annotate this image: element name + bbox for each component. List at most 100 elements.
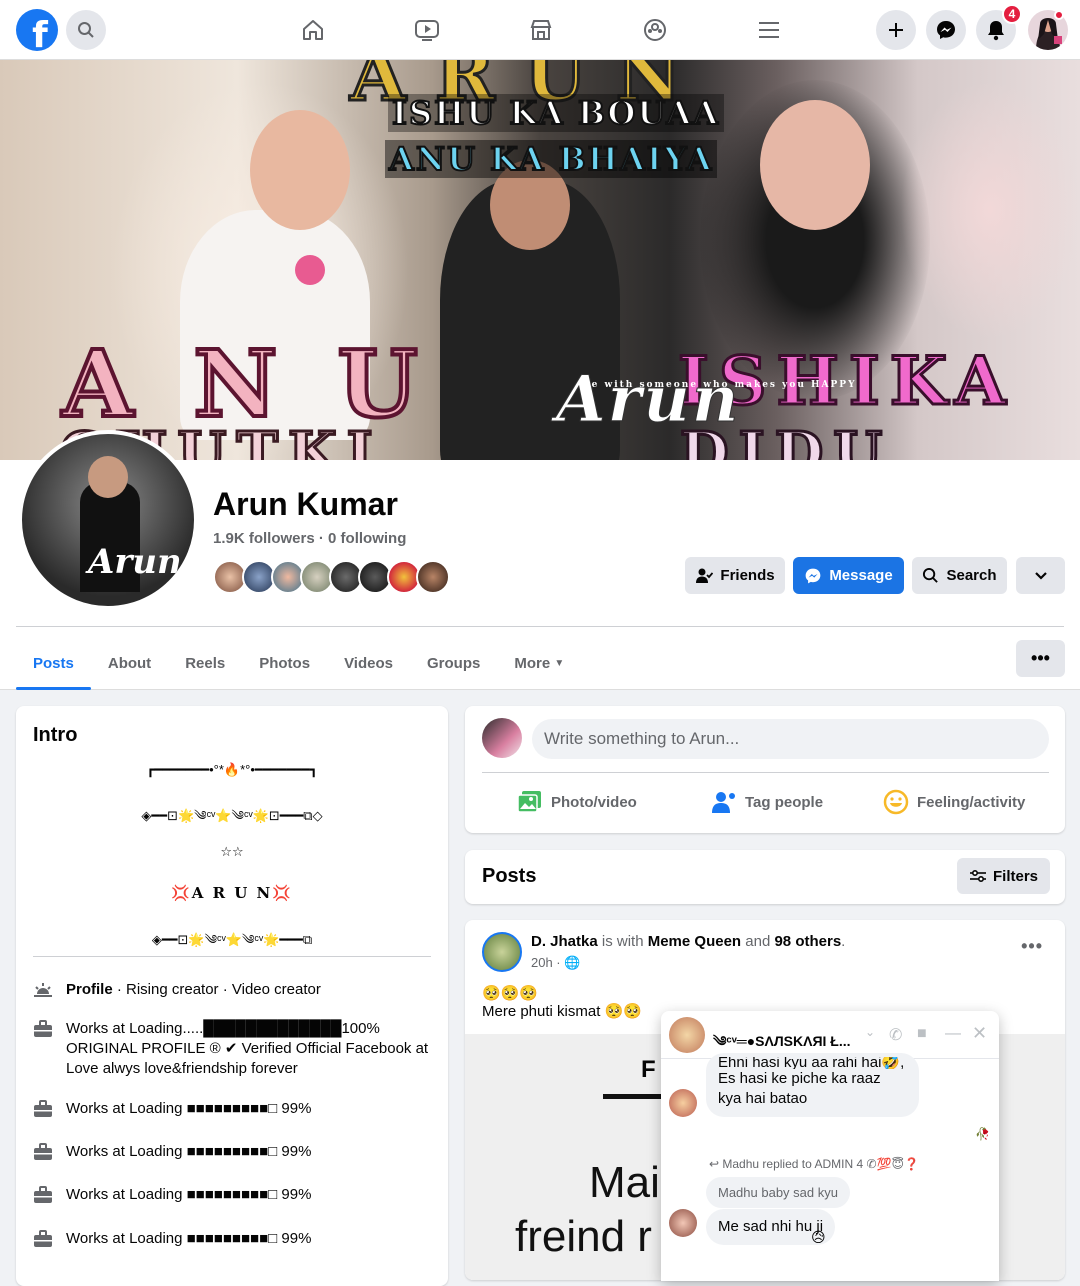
profile-picture[interactable]: Arun [18, 430, 198, 610]
tab-posts[interactable]: Posts [16, 636, 91, 690]
friends-button-label: Friends [720, 567, 775, 584]
watch-icon[interactable] [411, 14, 443, 46]
facebook-logo-icon[interactable]: f [16, 9, 58, 51]
followers-count[interactable]: 1.9K followers · 0 following [213, 530, 406, 547]
home-icon[interactable] [297, 14, 329, 46]
profile-divider [16, 626, 1064, 627]
feeling-icon [883, 789, 909, 815]
intro-work-row: Works at Loading ■■■■■■■■■□ 99% [33, 1099, 443, 1119]
search-icon [78, 22, 94, 38]
tab-more[interactable]: More ▼ [497, 636, 581, 690]
messenger-icon [805, 568, 821, 583]
post-more-button[interactable]: ••• [1021, 936, 1043, 957]
profile-picture-signature: Arun [88, 542, 182, 582]
profile-name: Arun Kumar [213, 486, 398, 522]
filters-icon [969, 869, 986, 883]
filters-button[interactable]: Filters [956, 858, 1050, 894]
cover-photo[interactable]: A R U N ISHU KA BOUAA ANU KA BHAIYA A N … [0, 60, 1080, 460]
video-call-icon[interactable]: ■ [917, 1025, 927, 1043]
notifications-count-badge: 4 [1002, 4, 1022, 24]
chat-sender-avatar [669, 1209, 697, 1237]
bio-line: ┏━━━━━━━•°*🔥*°•━━━━━━━┓ [146, 762, 318, 777]
tab-groups[interactable]: Groups [410, 636, 497, 690]
tag-people-button[interactable]: Tag people [711, 786, 823, 818]
account-alert-dot [1054, 10, 1064, 20]
cover-figure-face-right [760, 100, 870, 230]
minimize-icon[interactable]: — [945, 1025, 961, 1043]
post-image-text-line2: freind r [515, 1212, 652, 1261]
filters-label: Filters [992, 867, 1038, 885]
chat-reply-quote[interactable]: Madhu baby sad kyu [706, 1177, 850, 1208]
intro-work-row: Works at Loading ■■■■■■■■■□ 99% [33, 1229, 443, 1249]
post-text: Mere phuti kismat 🥺🥺 [482, 1003, 642, 1020]
profile-more-button[interactable]: ••• [1016, 640, 1065, 677]
phone-icon[interactable]: ✆ [889, 1025, 902, 1045]
bio-line: ☆☆ [220, 844, 244, 859]
message-reaction[interactable]: 😥 [811, 1229, 826, 1246]
intro-work-text: Works at Loading ■■■■■■■■■□ 99% [66, 1230, 312, 1247]
caret-down-icon: ▼ [554, 657, 565, 669]
chevron-down-icon[interactable]: ⌄ [865, 1025, 875, 1039]
posts-title: Posts [482, 865, 537, 887]
cover-line-anu: ANU KA BHAIYA [385, 139, 718, 179]
intro-card: Intro ┏━━━━━━━•°*🔥*°•━━━━━━━┓ ◈━━⊡🌟༄ᶜᵛ⭐༄… [16, 706, 448, 1286]
intro-work-row: Works at Loading.....█████████████100% O… [33, 1019, 443, 1079]
intro-work-text: Works at Loading ■■■■■■■■■□ 99% [66, 1186, 312, 1203]
tab-photos[interactable]: Photos [242, 636, 327, 690]
photo-icon [517, 791, 541, 813]
intro-work-text: Works at Loading ■■■■■■■■■□ 99% [66, 1143, 312, 1160]
photo-video-button[interactable]: Photo/video [517, 786, 637, 818]
intro-work-text: Works at Loading.....█████████████100% O… [66, 1020, 429, 1077]
friend-avatar[interactable] [416, 560, 450, 594]
message-button[interactable]: Message [793, 557, 904, 594]
menu-icon[interactable] [753, 14, 785, 46]
post-author-name[interactable]: D. Jhatka [531, 933, 598, 950]
chat-message-text: Es hasi ke piche ka raaz kya hai batao [718, 1070, 881, 1107]
cover-signature: Arun [555, 362, 741, 438]
cover-figure-far-right [900, 80, 1080, 340]
groups-icon[interactable] [639, 14, 671, 46]
create-button[interactable] [876, 10, 916, 50]
tab-reels[interactable]: Reels [168, 636, 242, 690]
friends-avatars[interactable] [213, 560, 450, 594]
more-dots-icon: ••• [1031, 648, 1050, 668]
composer-input[interactable]: Write something to Arun... [532, 719, 1049, 759]
intro-work-text: Works at Loading ■■■■■■■■■□ 99% [66, 1100, 312, 1117]
profile-picture-face [88, 456, 128, 498]
chat-message[interactable]: Ehni hasi kyu aa rahi hai🤣, Es hasi ke p… [706, 1053, 919, 1117]
notifications-button[interactable]: 4 [976, 4, 1022, 50]
post-with-text: is with [597, 933, 648, 950]
close-icon[interactable]: ✕ [972, 1023, 987, 1044]
marketplace-icon[interactable] [525, 14, 557, 46]
cover-line-ishu: ISHU KA BOUAA [388, 93, 724, 133]
post-image-text-line1: Mai [589, 1158, 660, 1207]
chat-header[interactable]: ༄ᶜᵛ═●SΛЛSKΛЯI Ł... ⌄ ✆ ■ — ✕ [661, 1011, 999, 1059]
composer-avatar[interactable] [482, 718, 522, 758]
friends-icon [696, 568, 714, 583]
profile-search-button[interactable]: Search [912, 557, 1007, 594]
post-author-line: D. Jhatka is with Meme Queen and 98 othe… [531, 933, 846, 950]
messenger-button[interactable] [926, 10, 966, 50]
post-time[interactable]: 20h · [531, 955, 564, 970]
intro-profile-label: Profile [66, 981, 113, 998]
tab-videos[interactable]: Videos [327, 636, 410, 690]
post-tagged-others[interactable]: 98 others [774, 933, 841, 950]
post-author-avatar[interactable] [482, 932, 522, 972]
chevron-down-icon [1034, 571, 1047, 580]
more-options-button[interactable] [1016, 557, 1065, 594]
post-tagged-user[interactable]: Meme Queen [648, 933, 741, 950]
intro-divider [33, 956, 431, 957]
feeling-activity-button[interactable]: Feeling/activity [883, 786, 1025, 818]
bio-line: 💢A R U N💢 [171, 884, 293, 902]
briefcase-icon [33, 1019, 53, 1039]
friends-button[interactable]: Friends [685, 557, 785, 594]
globe-icon: 🌐 [564, 955, 581, 970]
tab-about[interactable]: About [91, 636, 168, 690]
post-and-text: and [741, 933, 775, 950]
search-button[interactable] [66, 10, 106, 50]
tag-people-icon [712, 792, 735, 813]
intro-work-row: Works at Loading ■■■■■■■■■□ 99% [33, 1142, 443, 1162]
chat-avatar[interactable] [669, 1017, 705, 1053]
create-icon [889, 23, 903, 37]
profile-tabs: Posts About Reels Photos Videos Groups M… [16, 636, 581, 690]
